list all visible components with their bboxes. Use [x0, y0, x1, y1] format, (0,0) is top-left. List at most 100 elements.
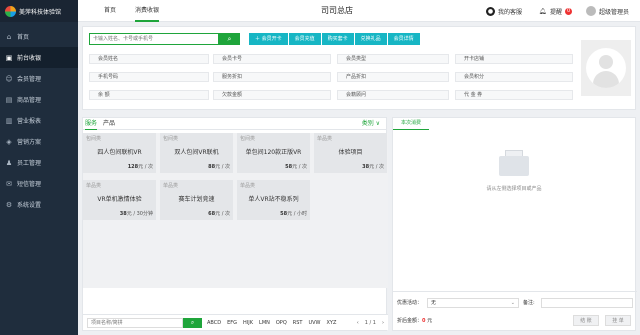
- sidebar-item-5[interactable]: ◈ 营销方案: [0, 131, 78, 152]
- member-field-0: 会员姓名: [89, 54, 209, 64]
- tab-products[interactable]: 产品: [103, 118, 115, 130]
- sidebar-item-3[interactable]: ▤ 商品管理: [0, 89, 78, 110]
- sidebar-item-label: 员工管理: [17, 160, 42, 167]
- letter-filter-2[interactable]: HIJK: [243, 318, 253, 328]
- member-search-input[interactable]: [89, 33, 219, 45]
- member-search-button[interactable]: ⌕: [219, 33, 240, 45]
- member-field-3: 开卡店铺: [455, 54, 573, 64]
- service-price-row: 88元 / 次: [208, 163, 230, 170]
- reminder-badge: 0: [565, 7, 573, 15]
- member-action-button-4[interactable]: 会员详情: [387, 33, 421, 45]
- sidebar-item-label: 短信管理: [17, 181, 42, 188]
- service-name: 单人VR站不稳系列: [248, 196, 299, 203]
- service-grid: 包间类 四人包间联机VR 128元 / 次包间类 双人包间VR联机 88元 / 次包间类…: [83, 133, 388, 288]
- remark-input[interactable]: [541, 298, 633, 308]
- sidebar-item-7[interactable]: ✉ 短信管理: [0, 173, 78, 194]
- prev-page-button[interactable]: ‹: [357, 318, 359, 328]
- tab-current-consumption[interactable]: 本次消费: [393, 118, 430, 130]
- reminder-button[interactable]: 🔔︎ 提醒 0: [538, 0, 573, 22]
- sidebar-item-label: 商品管理: [17, 97, 42, 104]
- service-name: 四人包间联机VR: [97, 149, 142, 156]
- member-action-button-2[interactable]: 购买套卡: [321, 33, 355, 45]
- category-filter[interactable]: 类别 ∨: [362, 118, 380, 130]
- service-search-button[interactable]: ⌕: [183, 318, 202, 328]
- reminder-label: 提醒: [550, 8, 563, 16]
- letter-filter-7[interactable]: XYZ: [327, 318, 337, 328]
- service-price-row: 58元 / 次: [285, 163, 307, 170]
- sidebar-nav: ⌂ 首页 ▣ 前台收银 ☺ 会员管理 ▤ 商品管理 ▥ 营业报表 ◈ 营销方案 ♟ 员工管理 ✉ 短信管理 ⚙ 系…: [0, 22, 78, 215]
- tab-checkout[interactable]: 消费收银: [135, 0, 160, 22]
- service-card[interactable]: 单品类 赛车计划竞速 68元 / 次: [160, 180, 233, 220]
- service-card[interactable]: 单品类 VR单机激情体验 38元 / 30分钟: [83, 180, 156, 220]
- service-name: 体验项目: [338, 149, 363, 156]
- customer-service-button[interactable]: ● 我的客服: [486, 0, 522, 22]
- service-unit: 元 / 次: [215, 211, 230, 217]
- letter-filter-4[interactable]: OPQ: [276, 318, 287, 328]
- member-field-1: 会员卡号: [213, 54, 331, 64]
- empty-box-icon: [495, 148, 533, 180]
- service-name: 双人包间VR联机: [174, 149, 219, 156]
- letter-filter-6[interactable]: UVW: [308, 318, 320, 328]
- user-name: 超级管理员: [599, 8, 630, 16]
- service-category: 单品类: [317, 136, 333, 142]
- sidebar-item-2[interactable]: ☺ 会员管理: [0, 68, 78, 89]
- service-card[interactable]: 包间类四人包间联机VR 128元 / 次: [83, 133, 156, 173]
- service-price-row: 128元 / 次: [128, 163, 153, 170]
- letter-filter-0[interactable]: ABCD: [207, 318, 221, 328]
- service-card[interactable]: 单品类 单人VR站不稳系列 58元 / 小时: [237, 180, 310, 220]
- cart-footer: 优惠活动： 无 ⌄ 备注: 折后金额：0 元 结 账 挂 单: [393, 291, 637, 330]
- service-category: 单品类: [86, 183, 102, 189]
- hold-order-button[interactable]: 挂 单: [605, 315, 631, 326]
- letter-filter-5[interactable]: RST: [293, 318, 303, 328]
- member-actions: ＋ 会员开卡 会员充值 购买套卡 兑换礼品 会员详情: [249, 33, 421, 45]
- marketing-icon: ◈: [6, 137, 12, 146]
- letter-filter-3[interactable]: LMN: [259, 318, 270, 328]
- letter-filter: ABCD EFG HIJK LMN OPQ RST UVW XYZ: [207, 318, 336, 328]
- tab-home[interactable]: 首页: [104, 0, 116, 22]
- promo-select[interactable]: 无 ⌄: [427, 298, 519, 308]
- page-indicator: 1 / 1: [364, 320, 376, 326]
- member-field-2: 会员类型: [337, 54, 449, 64]
- member-field-6: 产品折扣: [337, 72, 449, 82]
- checkout-button[interactable]: 结 账: [573, 315, 599, 326]
- sidebar-item-6[interactable]: ♟ 员工管理: [0, 152, 78, 173]
- search-icon: ⌕: [227, 34, 232, 43]
- member-field-8: 余 额: [89, 90, 209, 100]
- service-search-input[interactable]: [87, 318, 183, 328]
- member-field-10: 会籍顾问: [337, 90, 449, 100]
- next-page-button[interactable]: ›: [382, 318, 384, 328]
- user-menu[interactable]: 超级管理员: [586, 0, 629, 22]
- service-category: 包间类: [163, 136, 179, 142]
- sidebar-item-1[interactable]: ▣ 前台收银: [0, 47, 78, 68]
- member-action-button-0[interactable]: ＋ 会员开卡: [249, 33, 289, 45]
- sidebar-item-8[interactable]: ⚙ 系统设置: [0, 194, 78, 215]
- bell-icon: 🔔︎: [538, 7, 547, 15]
- service-card[interactable]: 包间类 单包间120款正版VR 58元 / 次: [237, 133, 310, 173]
- pager: ‹ 1 / 1 ›: [357, 318, 384, 328]
- promo-value: 无: [431, 300, 437, 306]
- letter-filter-1[interactable]: EFG: [227, 318, 237, 328]
- promo-label: 优惠活动：: [397, 300, 423, 306]
- service-card[interactable]: 单品类 体验项目 38元 / 次: [314, 133, 387, 173]
- service-price: 128: [127, 164, 139, 170]
- service-price: 38: [119, 211, 127, 217]
- service-category: 单品类: [163, 183, 179, 189]
- member-field-5: 服务折扣: [213, 72, 331, 82]
- staff-icon: ♟: [5, 158, 13, 167]
- member-photo: [581, 40, 631, 96]
- sidebar-item-0[interactable]: ⌂ 首页: [0, 26, 78, 47]
- service-category: 包间类: [86, 136, 102, 142]
- sidebar: 美萍科技体验馆 ⌂ 首页 ▣ 前台收银 ☺ 会员管理 ▤ 商品管理 ▥ 营业报表 ◈ 营销方案 ♟ 员工管…: [0, 0, 78, 335]
- sidebar-item-label: 前台收银: [17, 55, 42, 62]
- member-field-9: 欠款金额: [213, 90, 331, 100]
- cart-panel: 本次消费 请从左侧选择项目或产品 优惠活动： 无 ⌄ 备注: 折后金额：0 元 …: [392, 117, 637, 331]
- tab-services[interactable]: 服务: [85, 118, 98, 130]
- member-action-button-1[interactable]: 会员充值: [288, 33, 322, 45]
- store-name: 司司总店: [321, 6, 353, 15]
- service-card[interactable]: 包间类双人包间VR联机 88元 / 次: [160, 133, 233, 173]
- brand-logo-icon: [5, 5, 16, 17]
- customer-service-label: 我的客服: [498, 8, 523, 16]
- service-price-row: 58元 / 小时: [280, 210, 307, 217]
- sidebar-item-4[interactable]: ▥ 营业报表: [0, 110, 78, 131]
- member-action-button-3[interactable]: 兑换礼品: [354, 33, 388, 45]
